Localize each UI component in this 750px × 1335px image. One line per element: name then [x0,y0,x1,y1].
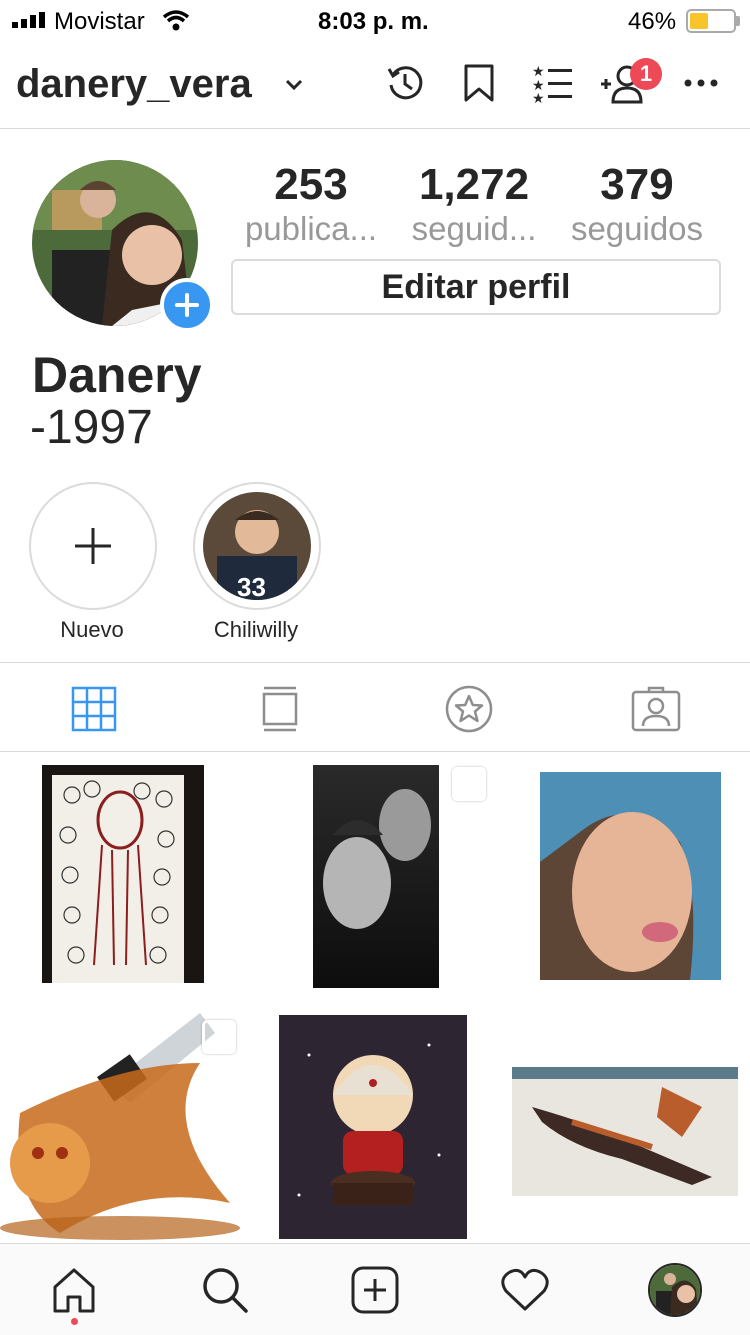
battery-icon [686,9,736,33]
posts-count[interactable]: 253 [226,160,396,210]
post-thumbnail[interactable] [42,765,204,983]
bottom-nav [0,1243,750,1335]
multi-post-icon [452,767,486,801]
plus-icon [75,528,111,564]
search-icon[interactable] [197,1262,253,1318]
followers-label: seguid... [411,210,537,247]
followers-count[interactable]: 1,272 [389,160,559,210]
grid-tab[interactable] [68,683,120,735]
battery-cap [736,16,740,26]
grid-icon [71,686,117,732]
profile-tabs [0,662,750,752]
highlight-new[interactable] [29,482,157,610]
svg-text:33: 33 [237,572,266,602]
edit-profile-button[interactable]: Editar perfil [231,259,721,315]
chevron-down-icon[interactable] [284,78,304,92]
highlight-chiliwilly-label: Chiliwilly [213,617,299,642]
tagged-person-tab[interactable] [630,683,682,735]
star-circle-icon [445,685,493,733]
feed-tab[interactable] [254,683,306,735]
heart-icon[interactable] [497,1262,553,1318]
signal-icon [12,12,45,28]
highlight-chiliwilly[interactable]: 33 [193,482,321,610]
home-icon[interactable] [46,1262,102,1318]
tagged-star-tab[interactable] [443,683,495,735]
bookmark-icon[interactable] [454,58,504,108]
following-label: seguidos [570,210,704,247]
feed-icon [262,686,298,732]
bio-text: -1997 [30,401,153,454]
clock: 8:03 p. m. [318,8,429,35]
archive-clock-icon[interactable] [380,58,430,108]
posts-label: publica... [244,210,378,247]
activity-dot [71,1318,78,1325]
close-friends-list-icon[interactable]: ★ ★ ★ [528,58,578,108]
svg-text:★: ★ [532,91,545,103]
notification-badge: 1 [630,58,662,90]
following-count[interactable]: 379 [552,160,722,210]
more-icon[interactable] [676,58,726,108]
highlight-new-label: Nuevo [60,617,124,642]
add-story-button[interactable] [160,278,214,332]
multi-post-icon [202,1020,236,1054]
post-thumbnail[interactable] [313,765,439,988]
display-name: Danery [32,347,202,403]
plus-icon [175,293,199,317]
battery-percentage: 46% [628,8,677,35]
wifi-icon [162,10,190,31]
tagged-person-icon [631,686,681,732]
post-thumbnail[interactable] [279,1015,467,1239]
status-bar: Movistar 8:03 p. m. 46% [0,0,750,40]
post-thumbnail[interactable] [540,772,721,980]
new-post-icon[interactable] [347,1262,403,1318]
username-switcher[interactable]: danery_vera [16,62,252,107]
carrier-label: Movistar [54,8,145,35]
post-thumbnail[interactable] [512,1067,738,1196]
profile-tab-avatar[interactable] [647,1262,703,1318]
